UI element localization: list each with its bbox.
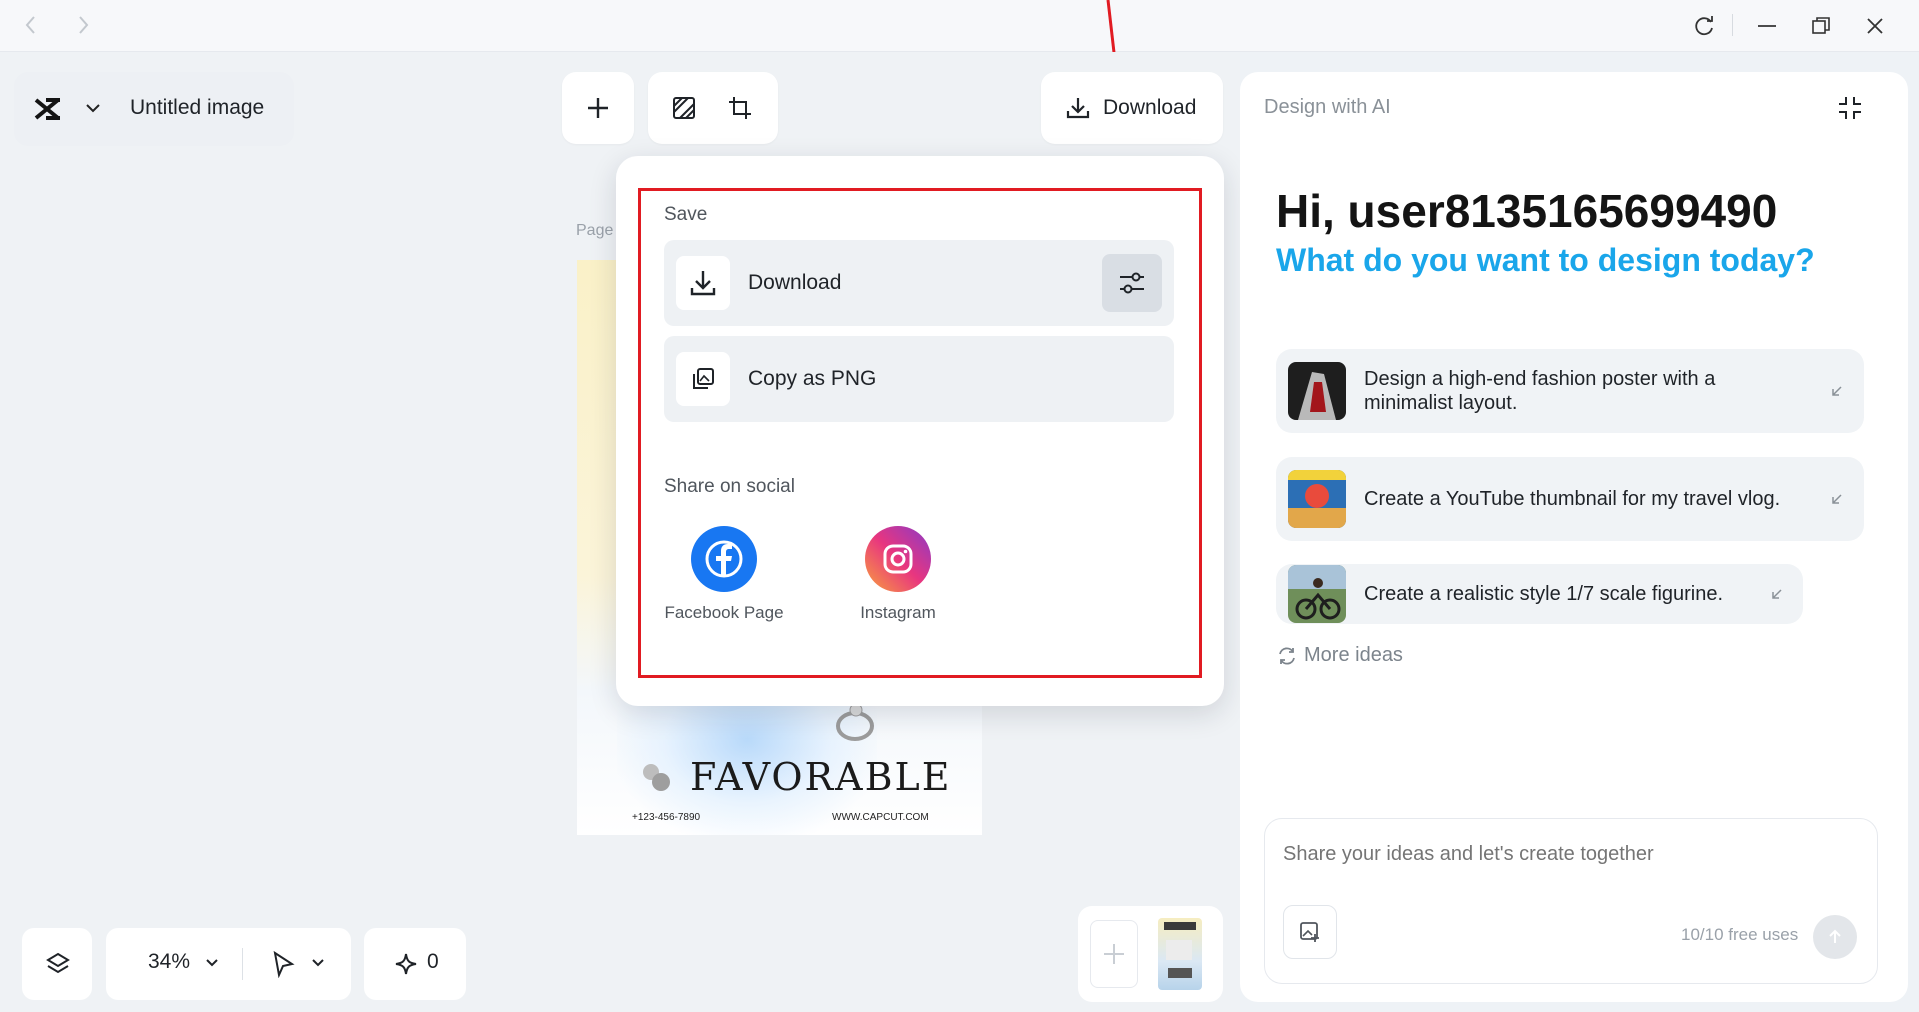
- canvas-tools-group: [648, 72, 778, 144]
- download-icon: [1065, 95, 1091, 121]
- idea-thumbnail: [1288, 362, 1346, 420]
- copy-option-icon-box: [676, 352, 730, 406]
- refresh-icon[interactable]: [1690, 11, 1720, 41]
- arrow-down-left-icon: [1830, 492, 1844, 506]
- download-button[interactable]: Download: [1041, 72, 1223, 144]
- instagram-icon: [865, 526, 931, 592]
- zoom-control: 34%: [106, 928, 351, 1000]
- arrow-up-icon: [1825, 927, 1845, 947]
- download-icon: [688, 268, 718, 298]
- arrow-down-left-icon: [1770, 587, 1784, 601]
- download-settings-button[interactable]: [1102, 254, 1162, 312]
- facebook-label: Facebook Page: [664, 603, 784, 622]
- add-element-button[interactable]: [562, 72, 634, 144]
- send-button[interactable]: [1813, 915, 1857, 959]
- ai-prompt-box: 10/10 free uses: [1264, 818, 1878, 984]
- poster-phone-text: +123-456-7890: [632, 812, 701, 823]
- idea-thumbnail: [1288, 470, 1346, 528]
- credits-button[interactable]: 0: [364, 928, 466, 1000]
- zoom-divider: [242, 948, 243, 980]
- pointer-icon[interactable]: [270, 950, 296, 978]
- resize-button[interactable]: [724, 92, 756, 124]
- sparkle-icon: [394, 952, 418, 976]
- poster-brand-text: FAVORABLE: [690, 755, 952, 799]
- download-option-label: Download: [748, 271, 842, 294]
- design-question-text: What do you want to design today?: [1276, 242, 1815, 278]
- idea-text: Create a realistic style 1/7 scale figur…: [1364, 583, 1724, 605]
- idea-text: Create a YouTube thumbnail for my travel…: [1364, 488, 1781, 510]
- save-section-heading: Save: [664, 204, 708, 225]
- window-titlebar: [0, 0, 1919, 52]
- facebook-icon: [691, 526, 757, 592]
- copy-option-label: Copy as PNG: [748, 367, 877, 390]
- arrow-down-left-icon: [1830, 384, 1844, 398]
- sliders-icon: [1117, 269, 1147, 297]
- layers-icon: [44, 950, 72, 978]
- more-ideas-button[interactable]: More ideas: [1276, 644, 1403, 667]
- idea-card-youtube-thumbnail[interactable]: Create a YouTube thumbnail for my travel…: [1276, 457, 1864, 541]
- project-header: Untitled image: [14, 72, 294, 146]
- page-thumbnails: [1078, 906, 1223, 1002]
- close-icon[interactable]: [1860, 11, 1890, 41]
- download-option-icon-box: [676, 256, 730, 310]
- minimize-icon[interactable]: [1752, 11, 1782, 41]
- idea-thumbnail: [1288, 565, 1346, 623]
- earring-image: [639, 760, 673, 796]
- instagram-label: Instagram: [860, 603, 936, 622]
- background-icon: [671, 95, 697, 121]
- greeting-text: Hi, user8135165699490: [1276, 185, 1778, 237]
- copy-image-icon: [690, 366, 716, 392]
- background-button[interactable]: [668, 92, 700, 124]
- upload-image-button[interactable]: [1283, 905, 1337, 959]
- add-image-icon: [1298, 920, 1322, 944]
- free-uses-counter: 10/10 free uses: [1681, 925, 1799, 944]
- restore-icon[interactable]: [1806, 11, 1836, 41]
- credits-value: 0: [427, 950, 439, 973]
- poster-site-text: WWW.CAPCUT.COM: [832, 812, 929, 823]
- resize-icon: [727, 95, 753, 121]
- idea-card-fashion-poster[interactable]: Design a high-end fashion poster with a …: [1276, 349, 1864, 433]
- ring-image: [832, 700, 878, 742]
- share-section-heading: Share on social: [664, 476, 795, 497]
- page-label: Page: [576, 222, 614, 239]
- chevron-down-icon[interactable]: [204, 954, 220, 972]
- download-option[interactable]: Download: [664, 240, 1174, 326]
- ai-panel-heading: Design with AI: [1264, 96, 1391, 118]
- collapse-icon[interactable]: [1836, 94, 1864, 122]
- download-button-label: Download: [1103, 96, 1197, 119]
- titlebar-divider: [1732, 14, 1733, 36]
- more-ideas-label: More ideas: [1304, 644, 1403, 666]
- ai-design-panel: Design with AI Hi, user8135165699490 Wha…: [1240, 72, 1908, 1002]
- chevron-down-icon[interactable]: [84, 98, 102, 118]
- project-title[interactable]: Untitled image: [130, 96, 264, 120]
- layers-button[interactable]: [22, 928, 92, 1000]
- refresh-icon: [1276, 645, 1298, 667]
- copy-png-option[interactable]: Copy as PNG: [664, 336, 1174, 422]
- zoom-value[interactable]: 34%: [148, 950, 190, 974]
- back-icon[interactable]: [22, 12, 40, 38]
- idea-card-figurine[interactable]: Create a realistic style 1/7 scale figur…: [1276, 564, 1803, 624]
- add-page-button[interactable]: [1090, 920, 1138, 988]
- plus-icon: [585, 95, 611, 121]
- download-menu: Save Download Copy as PNG Share on socia…: [616, 156, 1224, 706]
- capcut-logo-icon[interactable]: [32, 94, 64, 124]
- ai-prompt-input[interactable]: [1283, 843, 1843, 866]
- share-instagram-button[interactable]: Instagram: [838, 526, 958, 624]
- plus-icon: [1101, 941, 1127, 967]
- idea-text: Design a high-end fashion poster with a …: [1364, 368, 1716, 414]
- chevron-down-icon[interactable]: [310, 954, 326, 972]
- page-thumbnail[interactable]: [1158, 918, 1202, 990]
- share-facebook-button[interactable]: Facebook Page: [664, 526, 784, 624]
- forward-icon[interactable]: [74, 12, 92, 38]
